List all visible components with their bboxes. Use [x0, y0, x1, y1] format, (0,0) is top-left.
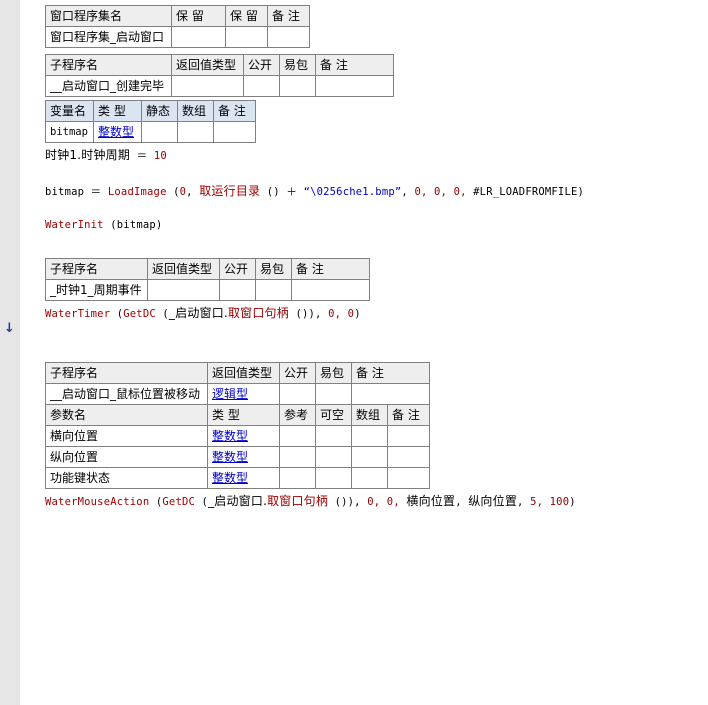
assembly-name-cell[interactable]: 窗口程序集_启动窗口 [45, 26, 172, 48]
reserve-cell[interactable] [171, 26, 226, 48]
subroutine-name-cell[interactable]: __启动窗口_鼠标位置被移动 [45, 383, 208, 405]
header-cell: 参考 [279, 404, 316, 426]
remark-cell[interactable] [267, 26, 310, 48]
reference-cell[interactable] [279, 467, 316, 489]
code-line-water-init[interactable]: WaterInit (bitmap) [45, 219, 162, 231]
subroutine-table-timer: 子程序名 返回值类型 公开 易包 备 注 _时钟1_周期事件 [45, 258, 370, 301]
header-cell: 返回值类型 [207, 362, 280, 384]
nullable-cell[interactable] [315, 425, 352, 447]
current-line-arrow-icon: ↓ [4, 321, 15, 336]
header-cell: 数组 [351, 404, 388, 426]
variable-name-cell[interactable]: bitmap [45, 121, 94, 143]
array-cell[interactable] [177, 121, 214, 143]
type-link[interactable]: 整数型 [212, 429, 248, 443]
header-cell: 易包 [279, 54, 316, 76]
header-cell: 子程序名 [45, 54, 172, 76]
assembly-table: 窗口程序集名 保 留 保 留 备 注 窗口程序集_启动窗口 [45, 5, 310, 48]
header-cell: 返回值类型 [147, 258, 220, 280]
header-cell: 保 留 [171, 5, 226, 27]
local-variables-table: 变量名 类 型 静态 数组 备 注 bitmap 整数型 [45, 100, 256, 143]
header-cell: 公开 [279, 362, 316, 384]
header-cell: 保 留 [225, 5, 268, 27]
header-cell: 公开 [243, 54, 280, 76]
header-cell: 可空 [315, 404, 352, 426]
parameter-row: 横向位置 整数型 [45, 425, 430, 447]
easy-package-cell[interactable] [279, 75, 316, 97]
reference-cell[interactable] [279, 446, 316, 468]
nullable-cell[interactable] [315, 467, 352, 489]
header-cell: 备 注 [387, 404, 430, 426]
header-cell: 数组 [177, 100, 214, 122]
variable-type-cell[interactable]: 整数型 [93, 121, 142, 143]
header-cell: 子程序名 [45, 362, 208, 384]
header-cell: 易包 [255, 258, 292, 280]
parameters-table: 参数名 类 型 参考 可空 数组 备 注 横向位置 整数型 纵向位置 整数型 功… [45, 404, 430, 489]
code-line-water-timer[interactable]: WaterTimer (GetDC (_启动窗口.取窗口句柄 ()), 0, 0… [45, 304, 361, 321]
subroutine-name-cell[interactable]: __启动窗口_创建完毕 [45, 75, 172, 97]
remark-cell[interactable] [351, 383, 430, 405]
code-line-load-image[interactable]: bitmap ＝ LoadImage (0, 取运行目录 () ＋ “\0256… [45, 182, 584, 199]
static-cell[interactable] [141, 121, 178, 143]
header-cell: 静态 [141, 100, 178, 122]
remark-cell[interactable] [213, 121, 256, 143]
header-cell: 备 注 [315, 54, 394, 76]
array-cell[interactable] [351, 425, 388, 447]
header-cell: 备 注 [351, 362, 430, 384]
parameter-type-cell[interactable]: 整数型 [207, 446, 280, 468]
return-type-cell[interactable] [171, 75, 244, 97]
remark-cell[interactable] [315, 75, 394, 97]
easy-package-cell[interactable] [315, 383, 352, 405]
parameter-name-cell[interactable]: 功能键状态 [45, 467, 208, 489]
nullable-cell[interactable] [315, 446, 352, 468]
parameter-row: 功能键状态 整数型 [45, 467, 430, 489]
parameter-name-cell[interactable]: 横向位置 [45, 425, 208, 447]
header-cell: 窗口程序集名 [45, 5, 172, 27]
type-link[interactable]: 整数型 [212, 450, 248, 464]
public-cell[interactable] [279, 383, 316, 405]
header-cell: 备 注 [291, 258, 370, 280]
parameter-row: 纵向位置 整数型 [45, 446, 430, 468]
header-cell: 变量名 [45, 100, 94, 122]
header-cell: 类 型 [207, 404, 280, 426]
remark-cell[interactable] [291, 279, 370, 301]
header-cell: 备 注 [267, 5, 310, 27]
remark-cell[interactable] [387, 425, 430, 447]
array-cell[interactable] [351, 467, 388, 489]
line-gutter [0, 0, 20, 705]
header-cell: 易包 [315, 362, 352, 384]
parameter-type-cell[interactable]: 整数型 [207, 467, 280, 489]
type-link[interactable]: 整数型 [98, 125, 134, 139]
code-line-water-mouse-action[interactable]: WaterMouseAction (GetDC (_启动窗口.取窗口句柄 ())… [45, 492, 576, 509]
remark-cell[interactable] [387, 467, 430, 489]
subroutine-name-cell[interactable]: _时钟1_周期事件 [45, 279, 148, 301]
header-cell: 参数名 [45, 404, 208, 426]
reference-cell[interactable] [279, 425, 316, 447]
type-link[interactable]: 逻辑型 [212, 387, 248, 401]
subroutine-table-mouse-move: 子程序名 返回值类型 公开 易包 备 注 __启动窗口_鼠标位置被移动 逻辑型 [45, 362, 430, 405]
header-cell: 公开 [219, 258, 256, 280]
subroutine-table-create: 子程序名 返回值类型 公开 易包 备 注 __启动窗口_创建完毕 [45, 54, 394, 97]
public-cell[interactable] [243, 75, 280, 97]
parameter-type-cell[interactable]: 整数型 [207, 425, 280, 447]
code-line-timer-period[interactable]: 时钟1.时钟周期 ＝ 10 [45, 146, 167, 163]
header-cell: 子程序名 [45, 258, 148, 280]
return-type-cell[interactable]: 逻辑型 [207, 383, 280, 405]
easy-package-cell[interactable] [255, 279, 292, 301]
return-type-cell[interactable] [147, 279, 220, 301]
type-link[interactable]: 整数型 [212, 471, 248, 485]
remark-cell[interactable] [387, 446, 430, 468]
public-cell[interactable] [219, 279, 256, 301]
header-cell: 类 型 [93, 100, 142, 122]
reserve-cell[interactable] [225, 26, 268, 48]
parameter-name-cell[interactable]: 纵向位置 [45, 446, 208, 468]
array-cell[interactable] [351, 446, 388, 468]
header-cell: 返回值类型 [171, 54, 244, 76]
header-cell: 备 注 [213, 100, 256, 122]
